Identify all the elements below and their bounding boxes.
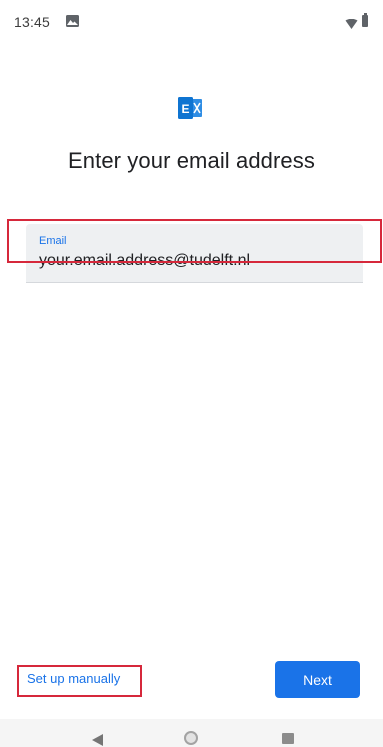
back-icon[interactable] xyxy=(92,734,103,746)
set-up-manually-link[interactable]: Set up manually xyxy=(27,671,120,686)
email-highlight-box xyxy=(7,219,382,263)
exchange-logo-icon: E xyxy=(178,97,204,119)
navigation-bar xyxy=(0,719,383,747)
recents-icon[interactable] xyxy=(282,733,294,744)
svg-text:E: E xyxy=(182,102,190,116)
status-bar: 13:45 xyxy=(0,0,383,44)
home-icon[interactable] xyxy=(184,731,198,745)
wifi-icon xyxy=(345,16,358,34)
next-button[interactable]: Next xyxy=(275,661,360,698)
image-icon xyxy=(66,15,79,27)
battery-icon xyxy=(362,13,368,27)
status-time: 13:45 xyxy=(14,14,51,30)
page-title: Enter your email address xyxy=(68,148,315,173)
